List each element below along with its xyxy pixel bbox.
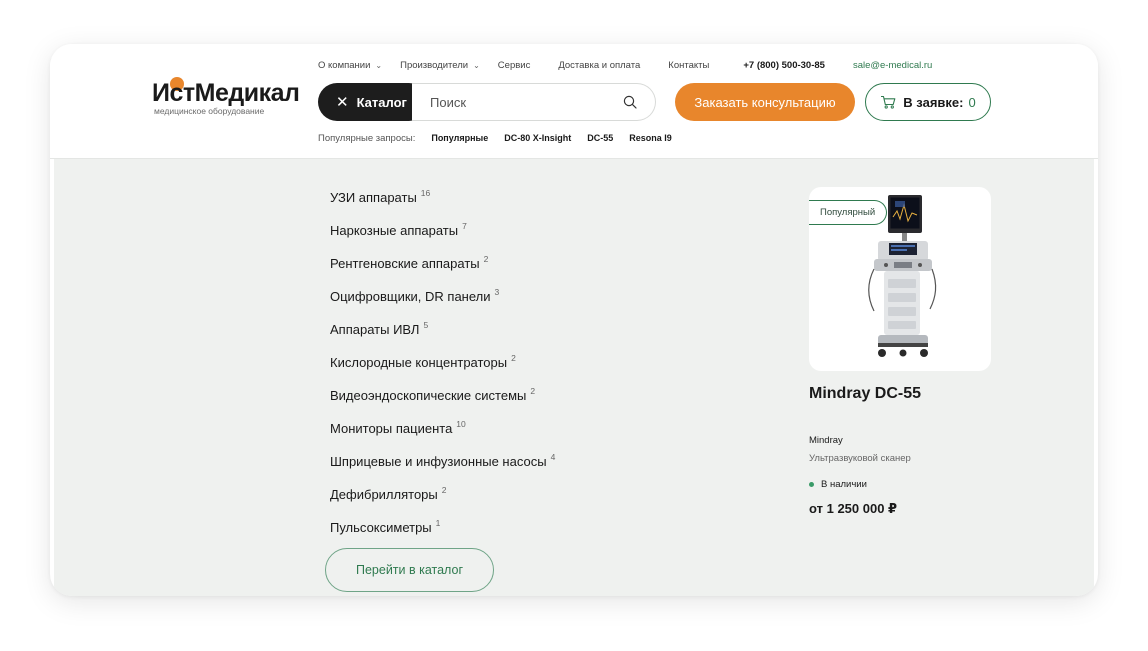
category-name: Дефибрилляторы <box>330 487 438 502</box>
stock-label: В наличии <box>821 479 867 490</box>
category-name: Пульсоксиметры <box>330 520 432 535</box>
cart-label: В заявке: <box>903 94 964 110</box>
search-box <box>412 83 656 121</box>
category-name: Видеоэндоскопические системы <box>330 388 527 403</box>
phone-link[interactable]: +7 (800) 500-30-85 <box>743 60 825 71</box>
search-icon[interactable] <box>623 95 637 109</box>
chevron-down-icon: ⌄ <box>375 60 383 70</box>
category-name: Шприцевые и инфузионные насосы <box>330 454 547 469</box>
nav-item-delivery[interactable]: Доставка и оплата <box>558 60 640 71</box>
close-icon: ✕ <box>336 94 349 111</box>
category-count: 4 <box>550 452 556 462</box>
category-item[interactable]: Пульсоксиметры 1 <box>330 518 555 551</box>
logo[interactable]: ИстМедикал медицинское оборудование <box>152 77 300 117</box>
nav-item-manufacturers[interactable]: Производители ⌄ <box>400 60 480 71</box>
category-count: 2 <box>441 485 447 495</box>
category-count: 3 <box>494 287 500 297</box>
category-item[interactable]: Рентгеновские аппараты 2 <box>330 254 555 287</box>
cart-button[interactable]: В заявке: 0 <box>865 83 991 121</box>
category-count: 1 <box>435 518 441 528</box>
site-header: ИстМедикал медицинское оборудование О ко… <box>50 44 1098 159</box>
category-item[interactable]: Мониторы пациента 10 <box>330 419 555 452</box>
category-name: Оцифровщики, DR панели <box>330 289 491 304</box>
nav-item-service[interactable]: Сервис <box>498 60 531 71</box>
logo-subtitle: медицинское оборудование <box>154 106 265 116</box>
nav-label: О компании <box>318 59 371 71</box>
category-count: 16 <box>420 188 431 198</box>
popular-query-link[interactable]: DC-80 X-Insight <box>504 133 571 143</box>
category-list: УЗИ аппараты 16 Наркозные аппараты 7 Рентг… <box>330 188 555 551</box>
popular-query-link[interactable]: Resona I9 <box>629 133 672 143</box>
catalog-dropdown-panel: УЗИ аппараты 16 Наркозные аппараты 7 Рентг… <box>54 159 1094 596</box>
category-count: 2 <box>511 353 516 363</box>
category-count: 7 <box>462 221 467 231</box>
category-name: Рентгеновские аппараты <box>330 256 480 271</box>
nav-item-about[interactable]: О компании ⌄ <box>318 60 382 71</box>
category-count: 10 <box>456 419 466 429</box>
category-item[interactable]: Наркозные аппараты 7 <box>330 221 555 254</box>
category-item[interactable]: УЗИ аппараты 16 <box>330 188 555 221</box>
product-price: от 1 250 000 ₽ <box>809 501 898 516</box>
cart-count: 0 <box>968 94 976 110</box>
category-item[interactable]: Шприцевые и инфузионные насосы 4 <box>330 452 555 485</box>
popular-queries: Популярные запросы: Популярные DC-80 X-I… <box>318 131 688 145</box>
product-image-card[interactable]: Популярный <box>809 187 991 371</box>
nav-item-contacts[interactable]: Контакты <box>668 60 709 71</box>
in-stock-dot-icon <box>809 482 814 487</box>
nav-label: Сервис <box>497 59 531 71</box>
popular-queries-label: Популярные запросы: <box>318 132 416 144</box>
category-item[interactable]: Видеоэндоскопические системы 2 <box>330 386 555 419</box>
catalog-button-label: Каталог <box>356 94 407 110</box>
order-consultation-button[interactable]: Заказать консультацию <box>675 83 855 121</box>
category-count: 2 <box>530 386 536 396</box>
popular-query-link[interactable]: DC-55 <box>587 133 613 143</box>
category-name: Наркозные аппараты <box>330 223 459 238</box>
go-to-catalog-button[interactable]: Перейти в каталог <box>325 548 494 592</box>
product-type: Ультразвуковой сканер <box>809 453 911 464</box>
popular-query-link[interactable]: Популярные <box>431 133 488 143</box>
category-name: УЗИ аппараты <box>330 190 417 205</box>
stock-status: В наличии <box>809 479 867 490</box>
category-name: Мониторы пациента <box>330 421 453 436</box>
category-item[interactable]: Дефибрилляторы 2 <box>330 485 555 518</box>
product-title[interactable]: Mindray DC-55 <box>809 385 921 403</box>
category-item[interactable]: Оцифровщики, DR панели 3 <box>330 287 555 320</box>
category-name: Аппараты ИВЛ <box>330 322 420 337</box>
logo-text: ИстМедикал <box>152 79 300 107</box>
popular-badge: Популярный <box>809 200 888 225</box>
page-frame: ИстМедикал медицинское оборудование О ко… <box>50 44 1098 596</box>
email-link[interactable]: sale@e-medical.ru <box>853 60 932 71</box>
product-brand: Mindray <box>809 435 843 446</box>
nav-label: Производители <box>400 59 469 71</box>
chevron-down-icon: ⌄ <box>473 60 480 70</box>
category-item[interactable]: Кислородные концентраторы 2 <box>330 353 555 386</box>
category-count: 5 <box>423 320 429 330</box>
nav-label: Контакты <box>668 59 710 71</box>
top-nav: О компании ⌄ Производители ⌄ Сервис Дост… <box>318 58 998 72</box>
category-count: 2 <box>483 254 489 264</box>
nav-label: Доставка и оплата <box>558 59 641 71</box>
cart-icon <box>881 95 896 109</box>
search-input[interactable] <box>430 84 610 120</box>
category-name: Кислородные концентраторы <box>330 355 508 370</box>
category-item[interactable]: Аппараты ИВЛ 5 <box>330 320 555 353</box>
